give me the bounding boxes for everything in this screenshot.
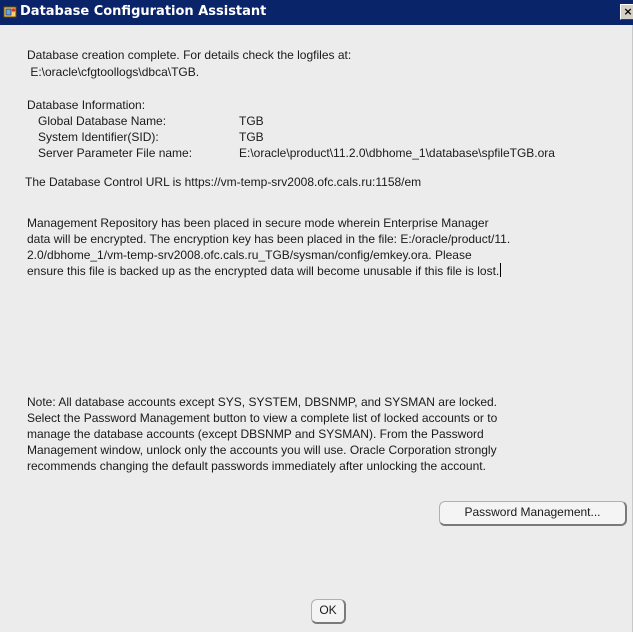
repository-line: Management Repository has been placed in… (27, 216, 489, 230)
sid-label: System Identifier(SID): (38, 130, 159, 144)
database-control-url: The Database Control URL is https://vm-t… (25, 175, 422, 189)
note-line: Select the Password Management button to… (27, 411, 498, 425)
note-line: recommends changing the default password… (27, 459, 486, 473)
text-caret (500, 263, 502, 277)
repository-line: ensure this file is backed up as the enc… (27, 263, 623, 279)
repository-line-text: ensure this file is backed up as the enc… (27, 264, 500, 278)
title-bar[interactable]: Database Configuration Assistant × (0, 0, 633, 25)
global-db-name-value: TGB (239, 114, 264, 128)
completion-message: Database creation complete. For details … (27, 48, 352, 62)
spfile-label: Server Parameter File name: (38, 146, 193, 160)
repository-line: data will be encrypted. The encryption k… (27, 232, 511, 246)
sid-value: TGB (239, 130, 264, 144)
window-title: Database Configuration Assistant (20, 4, 267, 19)
spfile-value: E:\oracle\product\11.2.0\dbhome_1\databa… (239, 146, 555, 160)
repository-line: 2.0/dbhome_1/vm-temp-srv2008.ofc.cals.ru… (27, 248, 472, 262)
ok-button[interactable]: OK (311, 599, 346, 624)
db-info-heading: Database Information: (27, 98, 146, 112)
repository-message: Management Repository has been placed in… (27, 215, 623, 279)
note-line: Management window, unlock only the accou… (27, 443, 497, 457)
dbca-window: Database Configuration Assistant × Datab… (0, 0, 633, 632)
note-line: Note: All database accounts except SYS, … (27, 395, 498, 409)
logfile-path: E:\oracle\cfgtoollogs\dbca\TGB. (27, 65, 200, 79)
app-icon (3, 6, 17, 18)
password-management-button[interactable]: Password Management... (439, 501, 627, 526)
note-line: manage the database accounts (except DBS… (27, 427, 484, 441)
dialog-content: Database creation complete. For details … (0, 25, 633, 632)
global-db-name-label: Global Database Name: (38, 114, 167, 128)
close-icon[interactable]: × (620, 4, 633, 20)
account-lock-note: Note: All database accounts except SYS, … (27, 394, 623, 474)
